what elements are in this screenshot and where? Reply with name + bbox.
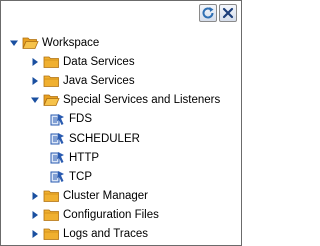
service-icon: [49, 169, 66, 184]
tree-node-http[interactable]: HTTP: [1, 148, 241, 167]
tree-node-special-services[interactable]: Special Services and Listeners: [1, 91, 241, 110]
tree-node-cluster-manager[interactable]: Cluster Manager: [1, 187, 241, 206]
tree-node-label: Workspace: [42, 36, 100, 49]
workspace-tree: Workspace Data Services Java Services Sp…: [1, 33, 241, 244]
folder-icon: [43, 208, 60, 223]
refresh-button[interactable]: [199, 4, 217, 22]
expanded-arrow-icon[interactable]: [30, 95, 40, 105]
tree-node-workspace[interactable]: Workspace: [1, 33, 241, 52]
folder-icon: [43, 54, 60, 69]
collapsed-arrow-icon[interactable]: [30, 229, 40, 239]
tree-node-label: Logs and Traces: [63, 228, 149, 241]
tree-node-label: Configuration Files: [63, 209, 159, 222]
tree-node-fds[interactable]: FDS: [1, 110, 241, 129]
tree-node-label: SCHEDULER: [69, 132, 140, 145]
tree-node-scheduler[interactable]: SCHEDULER: [1, 129, 241, 148]
service-icon: [49, 112, 66, 127]
close-button[interactable]: [219, 4, 237, 22]
service-icon: [49, 150, 66, 165]
open-folder-icon: [43, 93, 60, 108]
service-icon: [49, 131, 66, 146]
collapsed-arrow-icon[interactable]: [30, 191, 40, 201]
close-icon: [222, 7, 234, 19]
collapsed-arrow-icon[interactable]: [30, 76, 40, 86]
tree-node-tcp[interactable]: TCP: [1, 167, 241, 186]
collapsed-arrow-icon[interactable]: [30, 57, 40, 67]
expanded-arrow-icon[interactable]: [9, 38, 19, 48]
folder-icon: [43, 227, 60, 242]
collapsed-arrow-icon[interactable]: [30, 210, 40, 220]
tree-node-configuration-files[interactable]: Configuration Files: [1, 206, 241, 225]
tree-node-label: HTTP: [69, 151, 100, 164]
tree-node-logs-and-traces[interactable]: Logs and Traces: [1, 225, 241, 244]
folder-icon: [43, 189, 60, 204]
tree-node-label: Special Services and Listeners: [63, 94, 221, 107]
tree-node-label: Data Services: [63, 55, 135, 68]
tree-node-label: FDS: [69, 113, 92, 126]
workspace-panel: Workspace Data Services Java Services Sp…: [0, 0, 242, 246]
folder-icon: [43, 73, 60, 88]
open-folder-icon: [22, 35, 39, 50]
tree-node-label: Java Services: [63, 74, 135, 87]
tree-node-data-services[interactable]: Data Services: [1, 52, 241, 71]
tree-node-label: TCP: [69, 170, 92, 183]
tree-node-java-services[interactable]: Java Services: [1, 71, 241, 90]
tree-node-label: Cluster Manager: [63, 190, 149, 203]
refresh-icon: [201, 6, 215, 20]
panel-toolbar: [199, 4, 237, 24]
